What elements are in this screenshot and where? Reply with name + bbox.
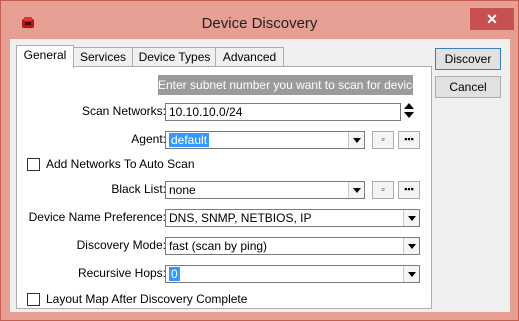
chevron-down-icon[interactable] — [348, 132, 364, 148]
cancel-button[interactable]: Cancel — [435, 76, 501, 98]
window-title: Device Discovery — [201, 15, 318, 32]
chevron-down-icon[interactable] — [348, 182, 364, 198]
black-list-value: none — [169, 183, 196, 197]
tab-services[interactable]: Services — [72, 47, 134, 67]
black-list-select[interactable]: none — [165, 181, 365, 199]
device-discovery-window: Device Discovery ✕ General Services Devi… — [0, 0, 519, 321]
chevron-down-icon[interactable] — [403, 238, 419, 254]
device-name-preference-label: Device Name Preference: — [28, 210, 166, 224]
discovery-mode-label: Discovery Mode: — [76, 238, 166, 252]
agent-select[interactable]: default — [165, 131, 365, 149]
chevron-down-icon[interactable] — [403, 210, 419, 226]
layout-map-checkbox[interactable] — [27, 293, 40, 306]
tab-advanced[interactable]: Advanced — [215, 47, 284, 67]
discovery-mode-select[interactable]: fast (scan by ping) — [165, 237, 420, 255]
scan-hint: Enter subnet number you want to scan for… — [158, 75, 413, 95]
scan-networks-input[interactable]: 10.10.10.0/24 — [165, 103, 401, 121]
add-networks-label: Add Networks To Auto Scan — [46, 157, 195, 171]
close-button[interactable]: ✕ — [470, 8, 514, 30]
scan-networks-label: Scan Networks: — [81, 104, 166, 118]
recursive-hops-value: 0 — [169, 267, 180, 281]
scan-networks-spinner[interactable] — [403, 100, 415, 122]
discovery-mode-value: fast (scan by ping) — [169, 239, 268, 253]
agent-selected-value: default — [169, 133, 210, 147]
chevron-down-icon[interactable] — [403, 266, 419, 282]
discover-button[interactable]: Discover — [435, 48, 501, 70]
dialog-client-area: General Services Device Types Advanced :… — [10, 39, 510, 312]
agent-browse-button[interactable]: ▪▪▪ — [398, 131, 420, 149]
agent-label: Agent: — [131, 132, 166, 146]
layout-map-label: Layout Map After Discovery Complete — [46, 292, 248, 306]
title-bar[interactable]: Device Discovery ✕ — [1, 1, 518, 39]
add-networks-checkbox[interactable] — [27, 158, 40, 171]
device-name-preference-select[interactable]: DNS, SNMP, NETBIOS, IP — [165, 209, 420, 227]
tab-general[interactable]: General — [16, 45, 74, 68]
close-icon: ✕ — [486, 11, 498, 27]
black-list-browse-button[interactable]: ▪▪▪ — [398, 181, 420, 199]
black-list-label: Black List: — [111, 182, 166, 196]
recursive-hops-label: Recursive Hops: — [77, 266, 166, 280]
device-name-preference-value: DNS, SNMP, NETBIOS, IP — [169, 211, 312, 225]
tab-device-types[interactable]: Device Types — [132, 47, 217, 67]
recursive-hops-select[interactable]: 0 — [165, 265, 420, 283]
general-panel: : Enter subnet number you want to scan f… — [16, 66, 432, 309]
agent-small-button[interactable]: ▫ — [372, 131, 394, 149]
black-list-small-button[interactable]: ▫ — [372, 181, 394, 199]
